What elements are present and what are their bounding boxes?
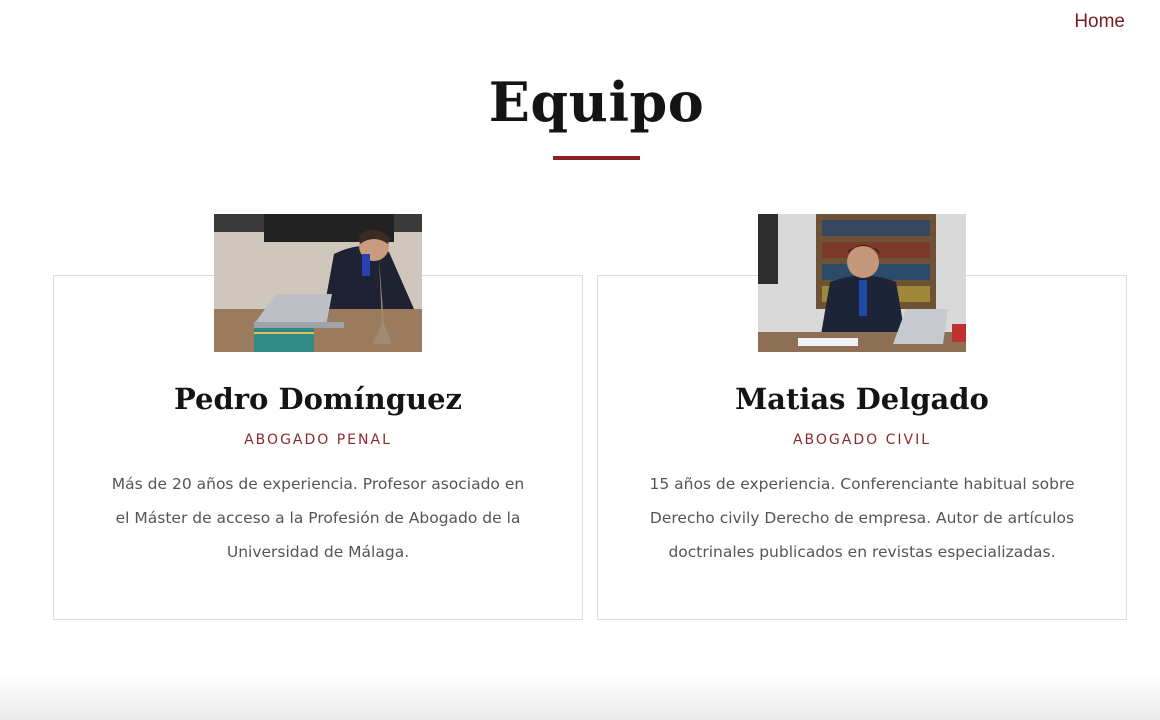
team-member-bio: 15 años de experiencia. Conferenciante h…	[649, 475, 1075, 561]
team-member-card-matias: Matias Delgado ABOGADO CIVIL 15 años de …	[597, 214, 1127, 620]
team-member-role: ABOGADO CIVIL	[792, 432, 932, 448]
team-member-bio: Más de 20 años de experiencia. Profesor …	[111, 475, 525, 561]
team-member-photo	[758, 214, 966, 352]
team-member-name: Matias Delgado	[735, 382, 989, 416]
bottom-fade	[0, 674, 1160, 720]
home-link[interactable]: Home	[1074, 11, 1125, 33]
title-underline	[553, 156, 640, 160]
team-member-card-pedro: Pedro Domínguez ABOGADO PENAL Más de 20 …	[53, 214, 583, 620]
team-member-name: Pedro Domínguez	[173, 382, 463, 416]
page-title: Equipo	[488, 70, 705, 134]
team-member-photo	[214, 214, 422, 352]
team-member-role: ABOGADO PENAL	[244, 432, 392, 448]
